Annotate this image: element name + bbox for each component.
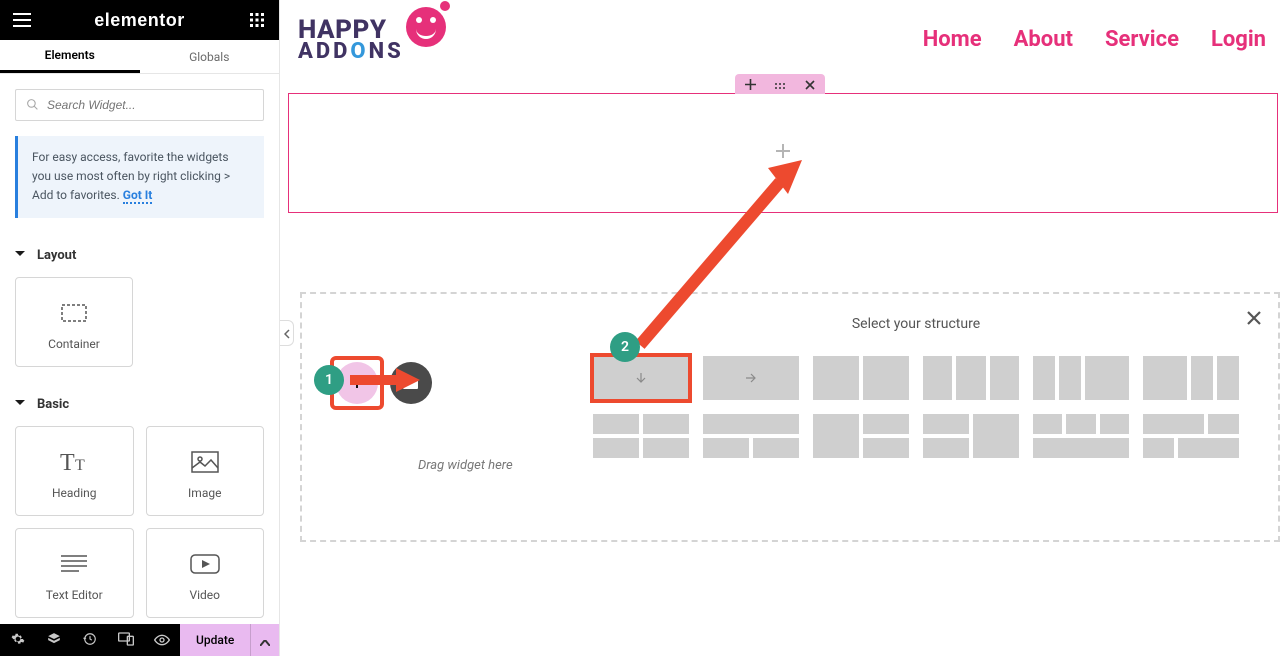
sidebar-footer: Update	[0, 624, 279, 656]
site-nav: Home About Service Login	[923, 27, 1266, 52]
close-icon	[805, 75, 815, 94]
search-input[interactable]	[39, 98, 253, 112]
widget-image[interactable]: Image	[146, 426, 265, 516]
container-icon	[61, 293, 87, 333]
nav-service[interactable]: Service	[1105, 27, 1179, 52]
text-editor-icon	[61, 544, 87, 584]
video-icon	[190, 544, 220, 584]
structure-option-2col[interactable]	[813, 356, 909, 400]
widget-text-editor[interactable]: Text Editor	[15, 528, 134, 618]
apps-grid-icon[interactable]	[245, 8, 269, 32]
hamburger-menu-icon[interactable]	[10, 8, 34, 32]
favorites-tip: For easy access, favorite the widgets yo…	[15, 136, 264, 218]
category-layout-header[interactable]: Layout	[0, 238, 279, 273]
search-widget-field[interactable]	[15, 89, 264, 121]
structure-option-left-stack[interactable]	[813, 414, 909, 458]
chevron-down-icon	[15, 397, 31, 412]
section-drag-button[interactable]	[765, 74, 795, 94]
heading-icon: TT	[60, 442, 88, 482]
tip-got-it-link[interactable]: Got It	[123, 188, 153, 204]
widget-heading[interactable]: TT Heading	[15, 426, 134, 516]
logo-line2-post: NS	[369, 39, 404, 64]
tab-elements[interactable]: Elements	[0, 40, 140, 73]
annotation-arrow-2	[630, 150, 810, 350]
nav-home[interactable]: Home	[923, 27, 982, 52]
annotation-bubble-1: 1	[314, 365, 344, 395]
widget-label: Video	[189, 588, 220, 602]
drag-handle-icon	[774, 75, 786, 94]
chevron-down-icon	[15, 248, 31, 263]
widget-video[interactable]: Video	[146, 528, 265, 618]
svg-text:T: T	[60, 450, 75, 474]
nav-login[interactable]: Login	[1211, 27, 1266, 52]
structure-option-2-1[interactable]	[1143, 356, 1239, 400]
plus-icon	[745, 75, 756, 94]
section-add-button[interactable]	[735, 74, 765, 94]
tab-globals[interactable]: Globals	[140, 40, 280, 73]
editor-canvas: HAPPY ADDONS Home About Service Login	[280, 0, 1280, 656]
logo-line2-pre: ADD	[298, 39, 350, 64]
structure-close-button[interactable]	[1246, 310, 1262, 330]
settings-button[interactable]	[0, 624, 36, 656]
annotation-arrow-1	[348, 366, 420, 396]
logo-mark-icon	[406, 7, 446, 47]
widget-container[interactable]: Container	[15, 277, 133, 367]
image-icon	[191, 442, 219, 482]
structure-option-3col[interactable]	[923, 356, 1019, 400]
svg-text:T: T	[75, 457, 85, 474]
update-button[interactable]: Update	[180, 624, 250, 656]
structure-option-2x2[interactable]	[593, 414, 689, 458]
category-basic-title: Basic	[37, 397, 69, 412]
eye-icon	[154, 631, 170, 650]
structure-option-1-over-2[interactable]	[703, 414, 799, 458]
gear-icon	[11, 631, 25, 650]
widget-label: Heading	[52, 486, 97, 500]
chevron-left-icon	[284, 324, 290, 343]
structure-option-right-stack[interactable]	[923, 414, 1019, 458]
site-header: HAPPY ADDONS Home About Service Login	[280, 0, 1280, 78]
chevron-up-icon	[260, 631, 270, 650]
structure-option-1col-right[interactable]	[703, 356, 799, 400]
history-icon	[83, 631, 97, 650]
search-icon	[26, 96, 39, 115]
drag-widget-hint: Drag widget here	[418, 458, 513, 473]
brand-logo: elementor	[94, 10, 185, 31]
navigator-button[interactable]	[36, 624, 72, 656]
widget-label: Text Editor	[46, 588, 103, 602]
category-layout-title: Layout	[37, 248, 76, 263]
structure-option-mosaic[interactable]	[1143, 414, 1239, 458]
nav-about[interactable]: About	[1014, 27, 1073, 52]
layers-icon	[47, 631, 61, 650]
preview-button[interactable]	[144, 624, 180, 656]
logo-line2-o: O	[350, 39, 368, 64]
sidebar-tabs: Elements Globals	[0, 40, 279, 74]
sidebar-header: elementor	[0, 0, 279, 40]
structure-grid	[580, 356, 1252, 458]
structure-option-1-2[interactable]	[1033, 356, 1129, 400]
widget-label: Image	[188, 486, 221, 500]
close-icon	[1246, 311, 1262, 330]
structure-option-1col-down[interactable]	[593, 356, 689, 400]
panel-collapse-handle[interactable]	[280, 320, 294, 346]
update-options-button[interactable]	[250, 624, 279, 656]
section-close-button[interactable]	[795, 74, 825, 94]
responsive-icon	[118, 631, 134, 650]
section-handle	[735, 74, 825, 94]
annotation-bubble-2: 2	[610, 332, 640, 362]
structure-option-3-over-1[interactable]	[1033, 414, 1129, 458]
history-button[interactable]	[72, 624, 108, 656]
widget-label: Container	[48, 337, 100, 351]
responsive-button[interactable]	[108, 624, 144, 656]
elementor-sidebar: elementor Elements Globals For e	[0, 0, 280, 656]
category-basic-header[interactable]: Basic	[0, 387, 279, 422]
site-logo[interactable]: HAPPY ADDONS	[298, 15, 404, 64]
